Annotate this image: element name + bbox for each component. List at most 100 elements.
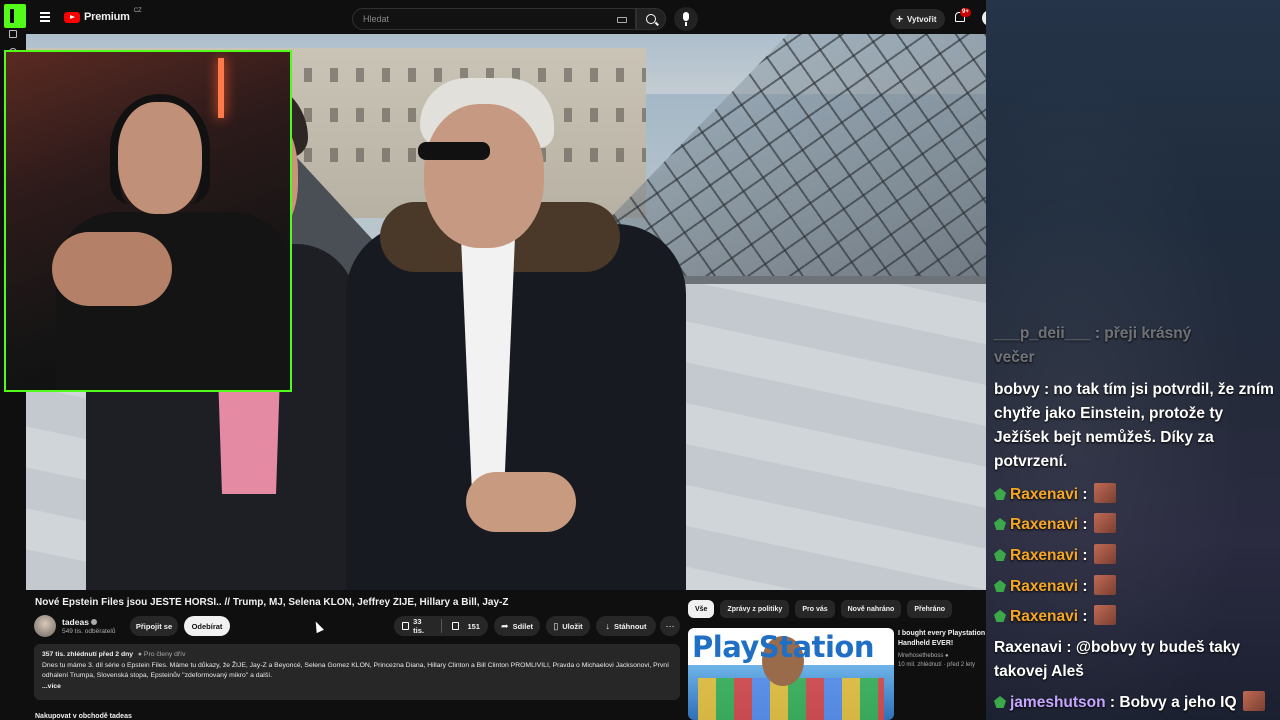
save-label: Uložit <box>562 621 583 631</box>
channel-avatar[interactable] <box>34 615 56 637</box>
chat-username[interactable]: bobvy <box>994 381 1040 398</box>
video-title: Nové Epstein Files jsou JEŠTĚ HORŠÍ.. //… <box>35 597 509 608</box>
more-actions-button[interactable]: ⋯ <box>660 616 680 636</box>
related-video-title[interactable]: I bought every Playstation Handheld EVER… <box>898 629 990 648</box>
bookmark-icon: ▯ <box>553 620 559 631</box>
microphone-icon[interactable] <box>674 7 698 31</box>
description-box[interactable]: 357 tis. zhlédnutí před 2 dny ● Pro člen… <box>34 644 680 700</box>
filter-chip[interactable]: Přehráno <box>907 600 953 618</box>
chat-username[interactable]: jameshutson <box>1010 694 1106 711</box>
youtube-logo[interactable]: Premium CZ <box>64 8 142 23</box>
save-button[interactable]: ▯ Uložit <box>546 616 590 636</box>
description-meta: 357 tis. zhlédnutí před 2 dny ● Pro člen… <box>42 650 672 661</box>
download-icon: ↓ <box>605 621 611 631</box>
like-dislike-group: 33 tis. 151 <box>394 616 488 636</box>
related-video-meta: 10 mil. zhlédnutí · před 2 lety <box>898 662 976 668</box>
chat-badge-icon <box>994 610 1006 622</box>
chat-separator: : <box>1082 486 1088 503</box>
library-icon[interactable] <box>9 30 17 38</box>
filter-chip[interactable]: Nově nahráno <box>840 600 902 618</box>
related-channel-name: Mrwhosetheboss <box>898 653 944 659</box>
chat-message: bobvy : no tak tím jsi potvrdil, že zním… <box>994 378 1274 474</box>
hamburger-menu-icon[interactable] <box>40 12 50 22</box>
chat-message: Raxenavi : @bobvy ty budeš taky takovej … <box>994 636 1274 684</box>
related-video-thumbnail[interactable]: PlayStation <box>688 628 894 720</box>
chat-message: Raxenavi : <box>994 605 1116 629</box>
create-label: Vytvořit <box>907 14 937 24</box>
thumbs-up-icon[interactable] <box>402 622 410 630</box>
show-more-link[interactable]: ...více <box>42 682 672 693</box>
share-label: Sdílet <box>512 621 533 631</box>
create-button[interactable]: + Vytvořit <box>890 9 945 29</box>
subscribe-button[interactable]: Odebírat <box>184 616 230 636</box>
filter-chip[interactable]: Pro vás <box>795 600 835 618</box>
chat-emote-icon <box>1093 544 1116 564</box>
related-filter-chips: Vše Zprávy z politiky Pro vás Nově nahráno P… <box>688 600 953 618</box>
search-input[interactable] <box>353 9 635 29</box>
search-box <box>352 8 636 30</box>
logo-text: Premium <box>84 11 130 23</box>
chat-faded-line-2: večer <box>994 349 1035 366</box>
related-video-channel[interactable]: Mrwhosetheboss ● <box>898 653 949 659</box>
streamer-webcam <box>4 50 292 392</box>
chat-separator: : <box>1082 578 1088 595</box>
chat-message: Raxenavi : <box>994 544 1116 568</box>
subscriber-count: 549 tis. odběratelů <box>62 628 116 635</box>
chat-badge-icon <box>994 488 1006 500</box>
youtube-topbar: Premium CZ + Vytvořit 9+ <box>26 0 1012 36</box>
chat-faded-line-1: ___p_deii___ : přeji krásný <box>994 325 1192 342</box>
chat-message: Raxenavi : <box>994 513 1116 537</box>
chat-username[interactable]: Raxenavi <box>1010 547 1078 564</box>
keyboard-icon[interactable] <box>617 17 627 23</box>
chat-badge-icon <box>994 696 1006 708</box>
logo-region: CZ <box>133 8 142 14</box>
chat-emote-icon <box>1093 575 1116 595</box>
download-label: Stáhnout <box>614 621 647 631</box>
chat-message: Raxenavi : <box>994 575 1116 599</box>
members-early-note: ● Pro členy dřív <box>137 651 186 658</box>
chat-username[interactable]: Raxenavi <box>1010 516 1078 533</box>
chat-separator: : <box>1082 516 1088 533</box>
share-button[interactable]: ➦ Sdílet <box>494 616 540 636</box>
join-button[interactable]: Připojit se <box>130 616 178 636</box>
chat-username[interactable]: Raxenavi <box>1010 608 1078 625</box>
more-icon: ⋯ <box>665 620 675 631</box>
description-text: Dnes tu máme 3. díl série o Epstein File… <box>42 661 669 680</box>
chat-message-faded: ___p_deii___ : přeji krásný večer <box>994 322 1274 370</box>
search-button[interactable] <box>636 8 666 30</box>
thumbs-down-icon[interactable] <box>452 622 460 630</box>
members-early-text: Pro členy dřív <box>143 651 186 658</box>
dislike-count[interactable]: 151 <box>467 622 480 631</box>
mouse-cursor-icon <box>312 619 324 634</box>
like-count[interactable]: 33 tis. <box>413 617 431 635</box>
view-count-date: 357 tis. zhlédnutí před 2 dny <box>42 651 134 658</box>
like-divider <box>441 619 443 633</box>
chat-emote-icon <box>1093 513 1116 533</box>
chat-emote-icon <box>1093 483 1116 503</box>
chat-message: jameshutson : Bobvy a jeho IQ <box>994 691 1265 715</box>
chat-emote-icon <box>1242 691 1265 711</box>
thumbnail-tiles <box>698 678 884 720</box>
channel-name[interactable]: tadeas <box>62 617 97 627</box>
filter-chip[interactable]: Vše <box>688 600 715 618</box>
chat-emote-icon <box>1093 605 1116 625</box>
plus-icon: + <box>896 12 904 26</box>
chat-text: : Bobvy a jeho IQ <box>1109 694 1237 711</box>
kick-logo <box>4 4 26 28</box>
share-icon: ➦ <box>501 620 509 631</box>
verified-icon <box>90 619 97 625</box>
download-button[interactable]: ↓ Stáhnout <box>596 616 656 636</box>
chat-username[interactable]: Raxenavi <box>1010 578 1078 595</box>
notification-badge: 9+ <box>960 8 971 17</box>
shop-heading: Nakupovat v obchodě tadeas <box>35 713 132 720</box>
youtube-play-icon <box>64 11 80 23</box>
chat-username[interactable]: Raxenavi <box>994 639 1062 656</box>
chat-separator: : <box>1082 547 1088 564</box>
chat-username[interactable]: Raxenavi <box>1010 486 1078 503</box>
filter-chip[interactable]: Zprávy z politiky <box>720 600 790 618</box>
chat-separator: : <box>1082 608 1088 625</box>
chat-badge-icon <box>994 549 1006 561</box>
channel-name-text: tadeas <box>62 617 89 627</box>
chat-badge-icon <box>994 580 1006 592</box>
chat-message: Raxenavi : <box>994 483 1116 507</box>
